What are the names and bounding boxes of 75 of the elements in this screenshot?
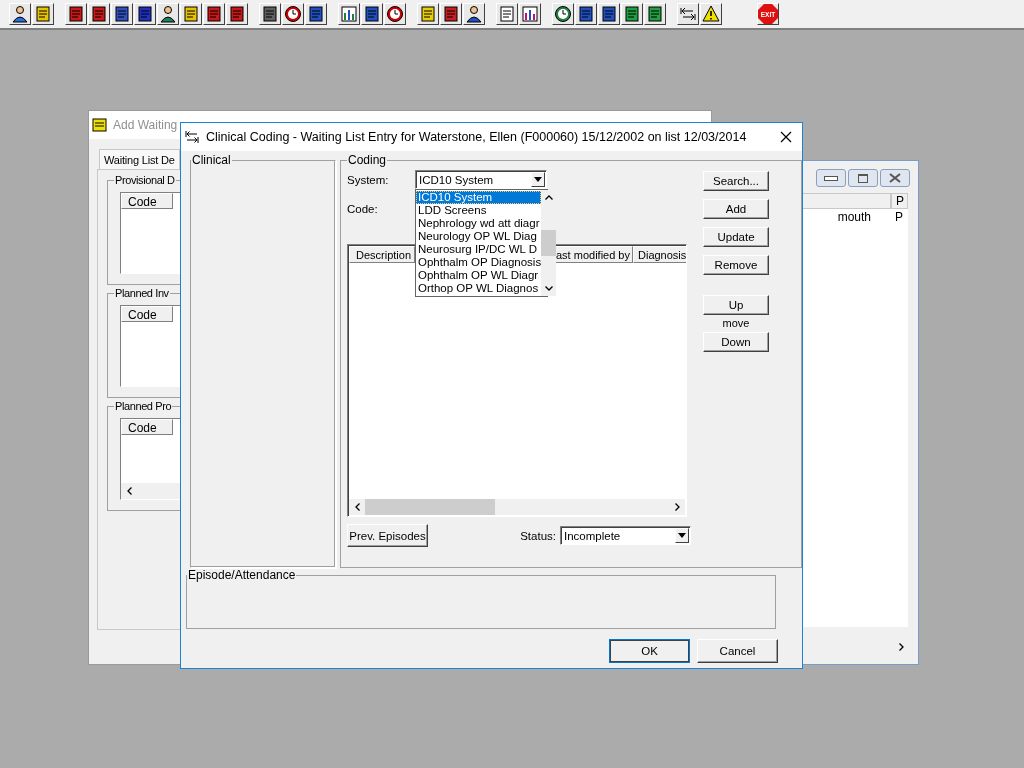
scroll-left-icon[interactable] — [354, 503, 360, 511]
column-header: Code — [121, 419, 173, 435]
column-header: P — [891, 193, 908, 209]
scrollbar[interactable] — [541, 190, 557, 296]
close-icon[interactable] — [780, 131, 792, 143]
person-icon[interactable] — [9, 3, 31, 25]
dropdown-option[interactable]: Ophthalm OP WL Diagr — [416, 269, 542, 282]
notepad-icon — [92, 117, 108, 133]
move-down-button[interactable]: Down — [703, 332, 769, 352]
form-icon[interactable] — [575, 3, 597, 25]
bar-chart-icon[interactable] — [519, 3, 541, 25]
maximize-icon[interactable] — [848, 169, 878, 187]
action-button[interactable]: Remove — [703, 255, 769, 275]
dropdown-option[interactable]: ICD10 System — [416, 191, 542, 204]
caret-icon[interactable] — [675, 528, 689, 543]
move-up-button[interactable]: Up — [703, 295, 769, 315]
dropdown-option[interactable]: Orthop OP WL Diagnos — [416, 282, 542, 295]
ok-button[interactable]: OK — [609, 639, 690, 663]
scroll-right-icon[interactable] — [899, 643, 904, 651]
group-label: Clinical — [191, 153, 232, 167]
window-title: Clinical Coding - Waiting List Entry for Waterstone, Ellen (F000060) 15/12/2002 on list 12/03/2014 — [206, 130, 748, 144]
clock-icon[interactable] — [282, 3, 304, 25]
action-button[interactable]: Update — [703, 227, 769, 247]
close-icon[interactable] — [880, 169, 910, 187]
column-header[interactable]: Description — [349, 246, 415, 263]
action-button[interactable]: Add — [703, 199, 769, 219]
arrows-icon — [185, 130, 199, 144]
cancel-button[interactable]: Cancel — [697, 639, 778, 663]
move-label: move — [722, 316, 750, 331]
pencil-document-icon[interactable] — [88, 3, 110, 25]
action-button[interactable]: Search... — [703, 171, 769, 191]
dropdown-option[interactable]: Nephrology wd att diagr — [416, 217, 542, 230]
warning-icon[interactable] — [700, 3, 722, 25]
prev-episodes-button[interactable]: Prev. Episodes — [347, 524, 428, 547]
group-label: Planned Pro — [114, 400, 173, 412]
scroll-left-icon[interactable] — [127, 487, 132, 495]
status-dropdown[interactable]: Incomplete — [560, 526, 691, 545]
document-icon[interactable] — [259, 3, 281, 25]
group-label: Episode/Attendance — [187, 568, 297, 582]
document-icon[interactable] — [111, 3, 133, 25]
notepad-icon[interactable] — [180, 3, 202, 25]
caret-icon[interactable] — [531, 172, 545, 187]
dropdown-option[interactable]: Neurosurg IP/DC WL D — [416, 243, 542, 256]
notepad-icon[interactable] — [417, 3, 439, 25]
column-header[interactable]: ast modified by — [554, 246, 633, 263]
page-icon[interactable] — [496, 3, 518, 25]
tab[interactable]: Waiting List De — [99, 149, 180, 170]
scroll-down-icon[interactable] — [544, 286, 553, 291]
column-header: Code — [121, 306, 173, 322]
scroll-right-icon[interactable] — [674, 503, 680, 511]
printer-icon[interactable] — [32, 3, 54, 25]
field-label: Status: — [520, 529, 556, 542]
table-cell-text: P — [894, 209, 904, 225]
field-label: System: — [347, 173, 390, 186]
group-label: Provisional D — [114, 174, 176, 186]
column-header: Code — [121, 193, 173, 209]
field-label: Code: — [347, 202, 379, 215]
column-header[interactable]: Diagnosis — [633, 246, 686, 263]
form-icon[interactable] — [598, 3, 620, 25]
scrollbar-thumb[interactable] — [365, 499, 495, 515]
person-icon[interactable] — [157, 3, 179, 25]
dropdown-option[interactable]: Neurology OP WL Diag — [416, 230, 542, 243]
group-label: Planned Inv — [114, 287, 170, 299]
dropdown-option[interactable]: Ophthalm OP Diagnosis — [416, 256, 542, 269]
scroll-up-icon[interactable] — [544, 195, 553, 200]
group-label: Coding — [347, 153, 388, 167]
arrows-icon[interactable] — [677, 3, 699, 25]
chart-icon[interactable] — [338, 3, 360, 25]
table-cell-text: mouth — [836, 209, 872, 225]
form-icon[interactable] — [621, 3, 643, 25]
dropdown-option[interactable]: LDD Screens — [416, 204, 542, 217]
form-icon[interactable] — [644, 3, 666, 25]
window-title: Add Waiting — [113, 118, 178, 132]
minimize-icon[interactable] — [816, 169, 846, 187]
system-dropdown[interactable]: ICD10 System — [415, 170, 547, 189]
